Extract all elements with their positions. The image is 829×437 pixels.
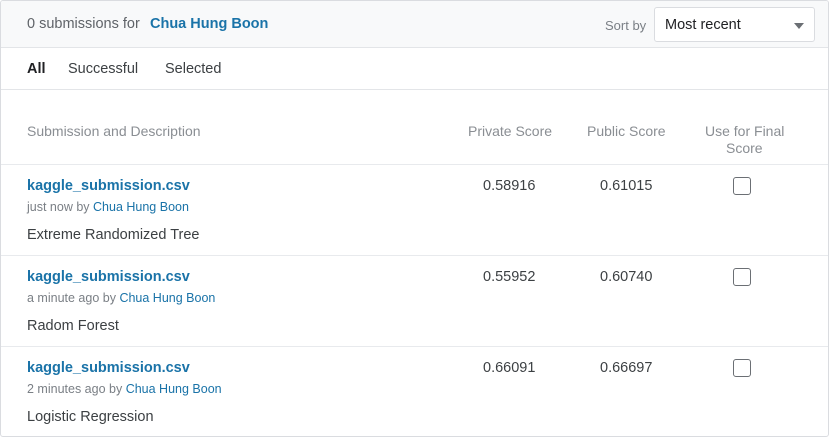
use-for-final-checkbox[interactable] (733, 359, 751, 377)
table-row: kaggle_submission.csv 2 minutes ago by C… (1, 347, 828, 436)
submission-time: 2 minutes ago by (27, 382, 123, 396)
private-score-value: 0.58916 (483, 178, 536, 194)
submission-description: Extreme Randomized Tree (27, 227, 200, 243)
submission-file-link[interactable]: kaggle_submission.csv (27, 178, 190, 194)
table-row: kaggle_submission.csv a minute ago by Ch… (1, 256, 828, 347)
submission-meta: 2 minutes ago by Chua Hung Boon (27, 382, 222, 396)
column-header-final-score-line2: Score (726, 140, 763, 156)
tab-successful[interactable]: Successful (68, 61, 138, 77)
submission-meta: a minute ago by Chua Hung Boon (27, 291, 215, 305)
public-score-value: 0.66697 (600, 360, 653, 376)
owner-name-link[interactable]: Chua Hung Boon (150, 16, 268, 32)
tab-selected[interactable]: Selected (165, 61, 221, 77)
use-for-final-checkbox[interactable] (733, 177, 751, 195)
submission-file-link[interactable]: kaggle_submission.csv (27, 360, 190, 376)
submission-user-link[interactable]: Chua Hung Boon (119, 291, 215, 305)
public-score-value: 0.61015 (600, 178, 653, 194)
use-for-final-checkbox[interactable] (733, 268, 751, 286)
submission-meta: just now by Chua Hung Boon (27, 200, 189, 214)
private-score-value: 0.66091 (483, 360, 536, 376)
submission-user-link[interactable]: Chua Hung Boon (126, 382, 222, 396)
submission-time: a minute ago by (27, 291, 116, 305)
submission-description: Radom Forest (27, 318, 119, 334)
sort-select[interactable]: Most recent (654, 7, 815, 42)
sort-select-value: Most recent (665, 17, 741, 33)
private-score-value: 0.55952 (483, 269, 536, 285)
public-score-value: 0.60740 (600, 269, 653, 285)
submission-file-link[interactable]: kaggle_submission.csv (27, 269, 190, 285)
sort-by-label: Sort by (605, 18, 647, 33)
submissions-panel: 0 submissions for Chua Hung Boon Sort by… (0, 0, 829, 437)
column-header-public-score[interactable]: Public Score (587, 123, 666, 139)
submission-count: 0 submissions for (27, 16, 140, 32)
chevron-down-icon (794, 23, 804, 29)
table-row: kaggle_submission.csv just now by Chua H… (1, 165, 828, 256)
column-header-submission: Submission and Description (27, 123, 201, 139)
submission-description: Logistic Regression (27, 409, 154, 425)
submission-user-link[interactable]: Chua Hung Boon (93, 200, 189, 214)
tab-all[interactable]: All (27, 61, 46, 77)
filter-tabs: All Successful Selected (1, 49, 828, 90)
column-header-final-score-line1: Use for Final (705, 123, 785, 139)
submission-time: just now by (27, 200, 90, 214)
submissions-header: 0 submissions for Chua Hung Boon Sort by… (1, 1, 828, 48)
column-header-private-score[interactable]: Private Score (468, 123, 552, 139)
